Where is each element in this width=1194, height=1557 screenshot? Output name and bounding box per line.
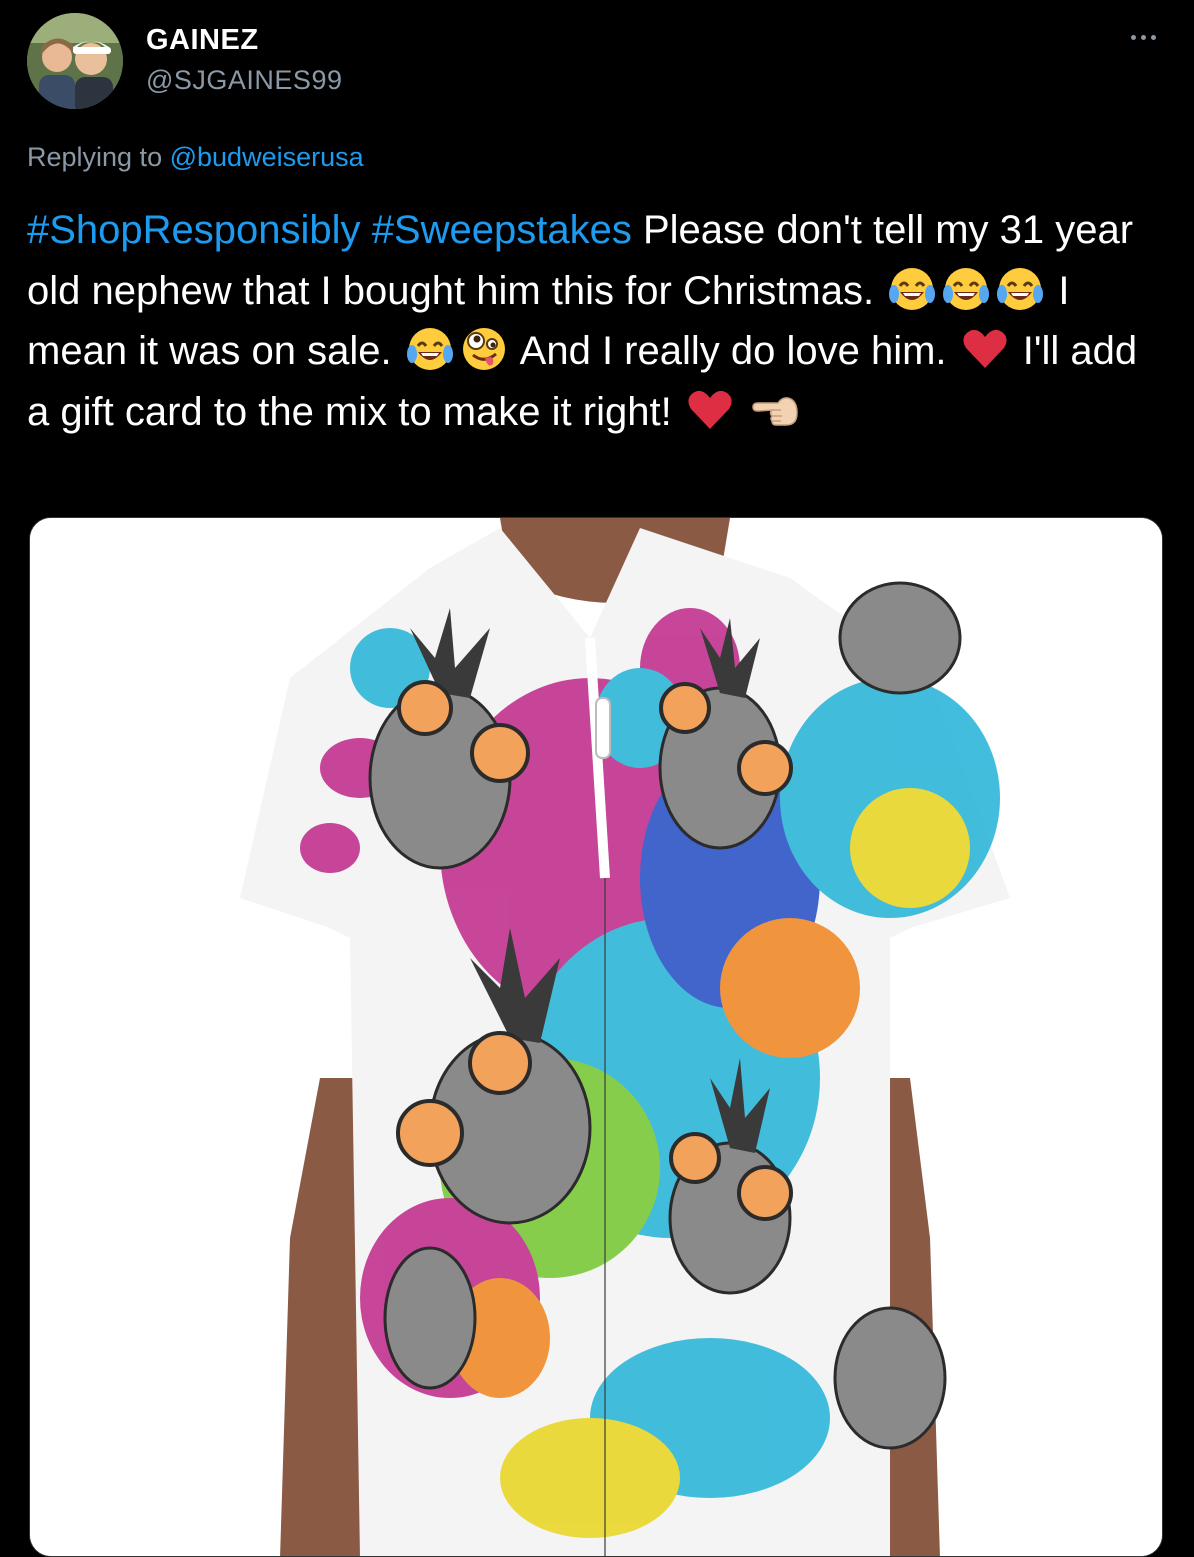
hashtag-link[interactable]: #ShopResponsibly xyxy=(27,208,361,252)
laughing-tears-icon xyxy=(887,264,937,314)
red-heart-icon xyxy=(685,385,735,435)
more-options-button[interactable] xyxy=(1120,22,1166,52)
replying-to-label: Replying to xyxy=(27,142,163,172)
more-horizontal-icon xyxy=(1140,34,1146,40)
more-horizontal-icon xyxy=(1150,34,1156,40)
avatar-photo-icon xyxy=(27,13,123,109)
laughing-tears-icon xyxy=(405,324,455,374)
tweet-text: #ShopResponsibly #Sweepstakes Please don… xyxy=(27,200,1167,442)
laughing-tears-icon xyxy=(941,264,991,314)
author-display-name[interactable]: GAINEZ xyxy=(146,24,259,57)
mention-link[interactable]: @budweiserusa xyxy=(170,142,364,172)
red-heart-icon xyxy=(960,324,1010,374)
author-handle[interactable]: @SJGAINES99 xyxy=(146,65,342,96)
tweet: GAINEZ @SJGAINES99 Replying to @budweise… xyxy=(0,0,1194,1557)
laughing-tears-icon xyxy=(995,264,1045,314)
more-horizontal-icon xyxy=(1130,34,1136,40)
zany-face-icon xyxy=(459,324,509,374)
hashtag-link[interactable]: #Sweepstakes xyxy=(372,208,632,252)
tweet-text-part: And I really do love him. xyxy=(510,329,958,373)
replying-to: Replying to @budweiserusa xyxy=(27,142,364,173)
pointing-left-hand-icon xyxy=(750,385,800,435)
avatar[interactable] xyxy=(27,13,123,109)
tweet-media-image[interactable] xyxy=(29,517,1163,1557)
shirt-image xyxy=(30,518,1162,1556)
